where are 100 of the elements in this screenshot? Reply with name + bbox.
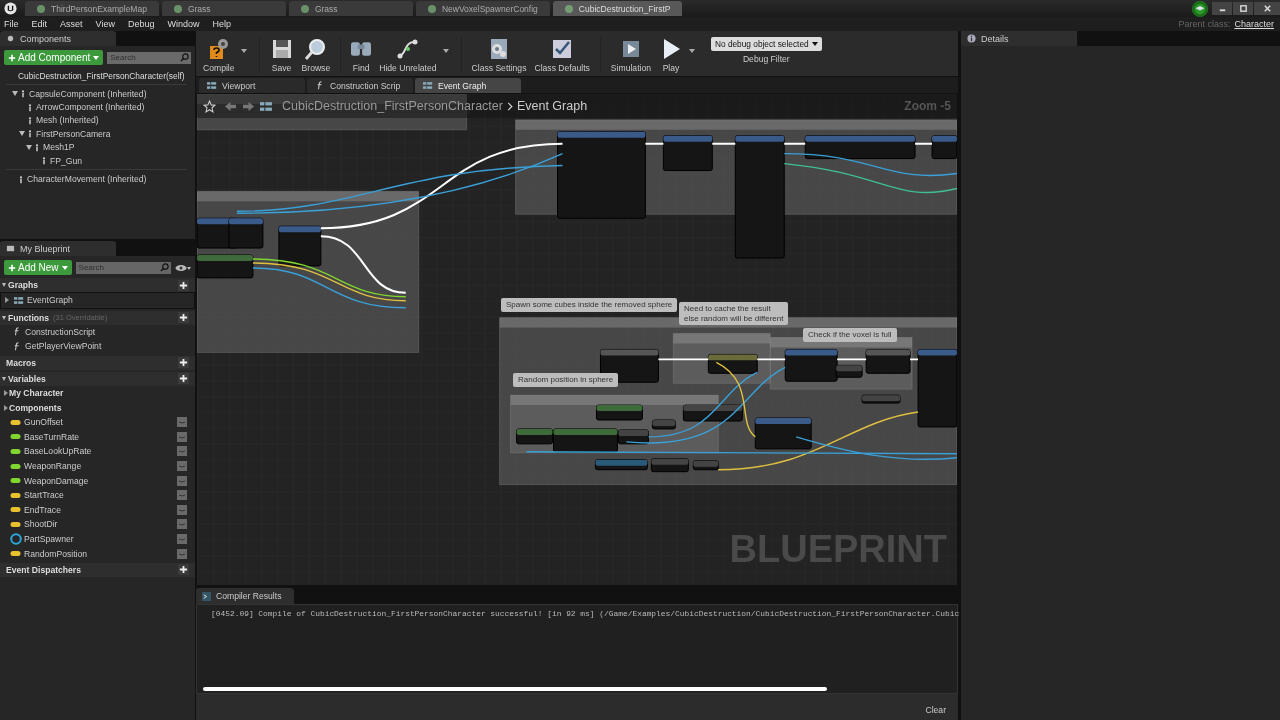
panel-tab[interactable]: Details bbox=[961, 31, 1077, 46]
graph-node[interactable] bbox=[595, 459, 648, 471]
visibility-toggle-icon[interactable] bbox=[177, 548, 187, 559]
document-tab[interactable]: CubicDestruction_FirstP bbox=[552, 1, 683, 16]
list-item[interactable]: EventGraph bbox=[27, 295, 73, 306]
variable-item[interactable]: PartSpawner bbox=[24, 534, 74, 544]
comment-bubble[interactable]: Check if the voxel is full bbox=[803, 328, 897, 342]
visibility-toggle-icon[interactable] bbox=[177, 519, 187, 530]
add-component-button[interactable]: Add Component bbox=[4, 50, 104, 65]
graph-node[interactable] bbox=[754, 417, 812, 450]
variable-item[interactable]: GunOffset bbox=[24, 417, 63, 428]
graph-node[interactable] bbox=[931, 135, 957, 160]
wire[interactable] bbox=[795, 436, 957, 461]
menu-item[interactable]: Help bbox=[212, 19, 231, 29]
wire[interactable] bbox=[783, 152, 957, 177]
graph-node[interactable] bbox=[651, 419, 676, 430]
breadcrumb-link[interactable]: CubicDestruction_FirstPersonCharacter bbox=[282, 99, 503, 113]
section-header[interactable]: Variables bbox=[8, 373, 46, 384]
variable-item[interactable]: WeaponDamage bbox=[24, 475, 89, 486]
document-tab[interactable]: Grass bbox=[161, 1, 286, 16]
comment-bubble[interactable]: Spawn some cubes inside the removed sphere bbox=[501, 298, 678, 312]
variable-item[interactable]: RandomPosition bbox=[24, 548, 88, 559]
panel-tab[interactable]: Compiler Results bbox=[196, 588, 294, 604]
comment-bubble[interactable]: Need to cache the result else random will be different bbox=[679, 302, 789, 326]
category-item[interactable]: My Character bbox=[9, 388, 64, 399]
variable-item[interactable]: BaseLookUpRate bbox=[24, 446, 92, 457]
menu-item[interactable]: File bbox=[4, 19, 19, 29]
tree-item[interactable]: Mesh (Inherited) bbox=[36, 115, 99, 126]
variable-item[interactable]: ShootDir bbox=[24, 519, 58, 530]
dropdown-caret-icon[interactable] bbox=[240, 48, 247, 53]
menu-item[interactable]: Edit bbox=[31, 19, 48, 29]
section-header[interactable]: Macros bbox=[6, 357, 37, 368]
graph-node[interactable] bbox=[707, 353, 758, 374]
expand-arrow-icon[interactable] bbox=[2, 376, 6, 381]
document-tab[interactable]: NewVoxelSpawnerConfig bbox=[415, 1, 550, 16]
graph-node[interactable] bbox=[228, 217, 264, 249]
visibility-toggle-icon[interactable] bbox=[177, 446, 187, 457]
add-new-button[interactable]: Add New bbox=[4, 260, 72, 275]
close-button[interactable] bbox=[1254, 2, 1280, 15]
expand-arrow-icon[interactable] bbox=[2, 315, 6, 320]
list-item[interactable]: ConstructionScript bbox=[25, 326, 96, 337]
toolbar-button[interactable]: Compile bbox=[199, 36, 239, 73]
toolbar-button[interactable]: Find bbox=[347, 36, 376, 73]
document-tab[interactable]: Grass bbox=[288, 1, 413, 16]
comment-bubble[interactable]: Random position in sphere bbox=[513, 373, 619, 387]
debug-object-dropdown[interactable]: No debug object selected bbox=[711, 37, 822, 51]
toolbar-button[interactable]: Hide Unrelated bbox=[375, 36, 441, 73]
breadcrumb-link[interactable]: Event Graph bbox=[516, 99, 588, 113]
maximize-button[interactable] bbox=[1233, 2, 1253, 15]
add-button[interactable] bbox=[178, 357, 189, 369]
forward-arrow-icon[interactable] bbox=[242, 100, 255, 112]
back-arrow-icon[interactable] bbox=[224, 100, 237, 112]
mortarboard-icon[interactable] bbox=[1191, 0, 1209, 18]
graph-node[interactable] bbox=[617, 429, 649, 445]
add-button[interactable] bbox=[178, 279, 189, 291]
wire[interactable] bbox=[647, 371, 758, 438]
add-button[interactable] bbox=[178, 564, 189, 576]
visibility-toggle-icon[interactable] bbox=[177, 431, 187, 442]
graph-node[interactable] bbox=[650, 458, 689, 473]
variable-item[interactable]: EndTrace bbox=[24, 504, 61, 515]
menu-item[interactable]: Asset bbox=[60, 19, 83, 29]
graph-node[interactable] bbox=[692, 460, 719, 471]
eye-icon[interactable] bbox=[175, 263, 191, 272]
comment-header[interactable] bbox=[499, 317, 957, 328]
parent-class-link[interactable]: Character bbox=[1234, 19, 1274, 29]
toolbar-button[interactable]: Class Settings bbox=[467, 36, 531, 73]
wire[interactable] bbox=[717, 411, 919, 471]
document-tab[interactable]: ThirdPersonExampleMap bbox=[25, 1, 159, 16]
tree-item[interactable]: CapsuleComponent (Inherited) bbox=[29, 88, 147, 99]
graph-node[interactable] bbox=[595, 404, 643, 421]
tree-item[interactable]: Mesh1P bbox=[43, 142, 75, 153]
graph-node[interactable] bbox=[557, 131, 646, 219]
visibility-toggle-icon[interactable] bbox=[177, 475, 187, 486]
visibility-toggle-icon[interactable] bbox=[177, 417, 187, 428]
add-button[interactable] bbox=[178, 373, 189, 385]
toolbar-button[interactable]: Play bbox=[655, 36, 687, 73]
toolbar-button[interactable]: Browse bbox=[297, 36, 335, 73]
graph-node[interactable] bbox=[784, 348, 838, 382]
minimize-button[interactable] bbox=[1212, 2, 1232, 15]
visibility-toggle-icon[interactable] bbox=[177, 534, 187, 544]
dropdown-caret-icon[interactable] bbox=[442, 48, 449, 53]
menu-item[interactable]: View bbox=[95, 19, 115, 29]
wire[interactable] bbox=[236, 164, 564, 212]
graph-node[interactable] bbox=[861, 394, 901, 404]
menu-item[interactable]: Window bbox=[167, 19, 200, 29]
dropdown-caret-icon[interactable] bbox=[689, 48, 695, 53]
variable-item[interactable]: StartTrace bbox=[24, 490, 64, 501]
toolbar-button[interactable]: Simulation bbox=[606, 36, 655, 73]
visibility-toggle-icon[interactable] bbox=[177, 504, 187, 515]
star-icon[interactable] bbox=[203, 99, 216, 113]
category-item[interactable]: Components bbox=[9, 402, 62, 413]
list-item[interactable]: GetPlayerViewPoint bbox=[25, 341, 102, 352]
editor-tab[interactable]: Construction Scrip bbox=[307, 78, 413, 93]
wire[interactable] bbox=[715, 361, 756, 438]
expand-arrow-icon[interactable] bbox=[2, 283, 6, 287]
panel-tab[interactable]: Components bbox=[0, 31, 116, 46]
wire[interactable] bbox=[625, 366, 786, 444]
graph-node[interactable] bbox=[516, 428, 554, 445]
tree-item[interactable]: CubicDestruction_FirstPersonCharacter(self) bbox=[8, 71, 195, 81]
add-button[interactable] bbox=[178, 312, 189, 324]
